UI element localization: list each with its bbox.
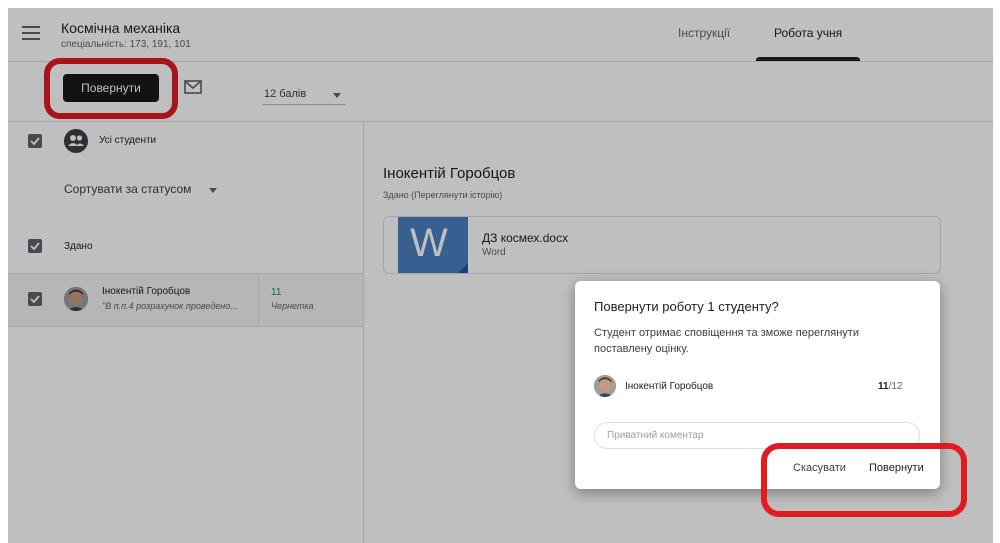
dialog-score-max: /12 [888, 381, 903, 392]
dialog-title: Повернути роботу 1 студенту? [594, 299, 779, 314]
highlight-annotation [761, 443, 967, 517]
dialog-student-name: Інокентій Горобцов [625, 381, 714, 392]
dialog-score-value: 11 [878, 381, 889, 392]
avatar [594, 375, 616, 397]
dialog-score: 11/12 [878, 381, 902, 392]
dialog-text: Студент отримає сповіщення та зможе пере… [594, 327, 859, 355]
